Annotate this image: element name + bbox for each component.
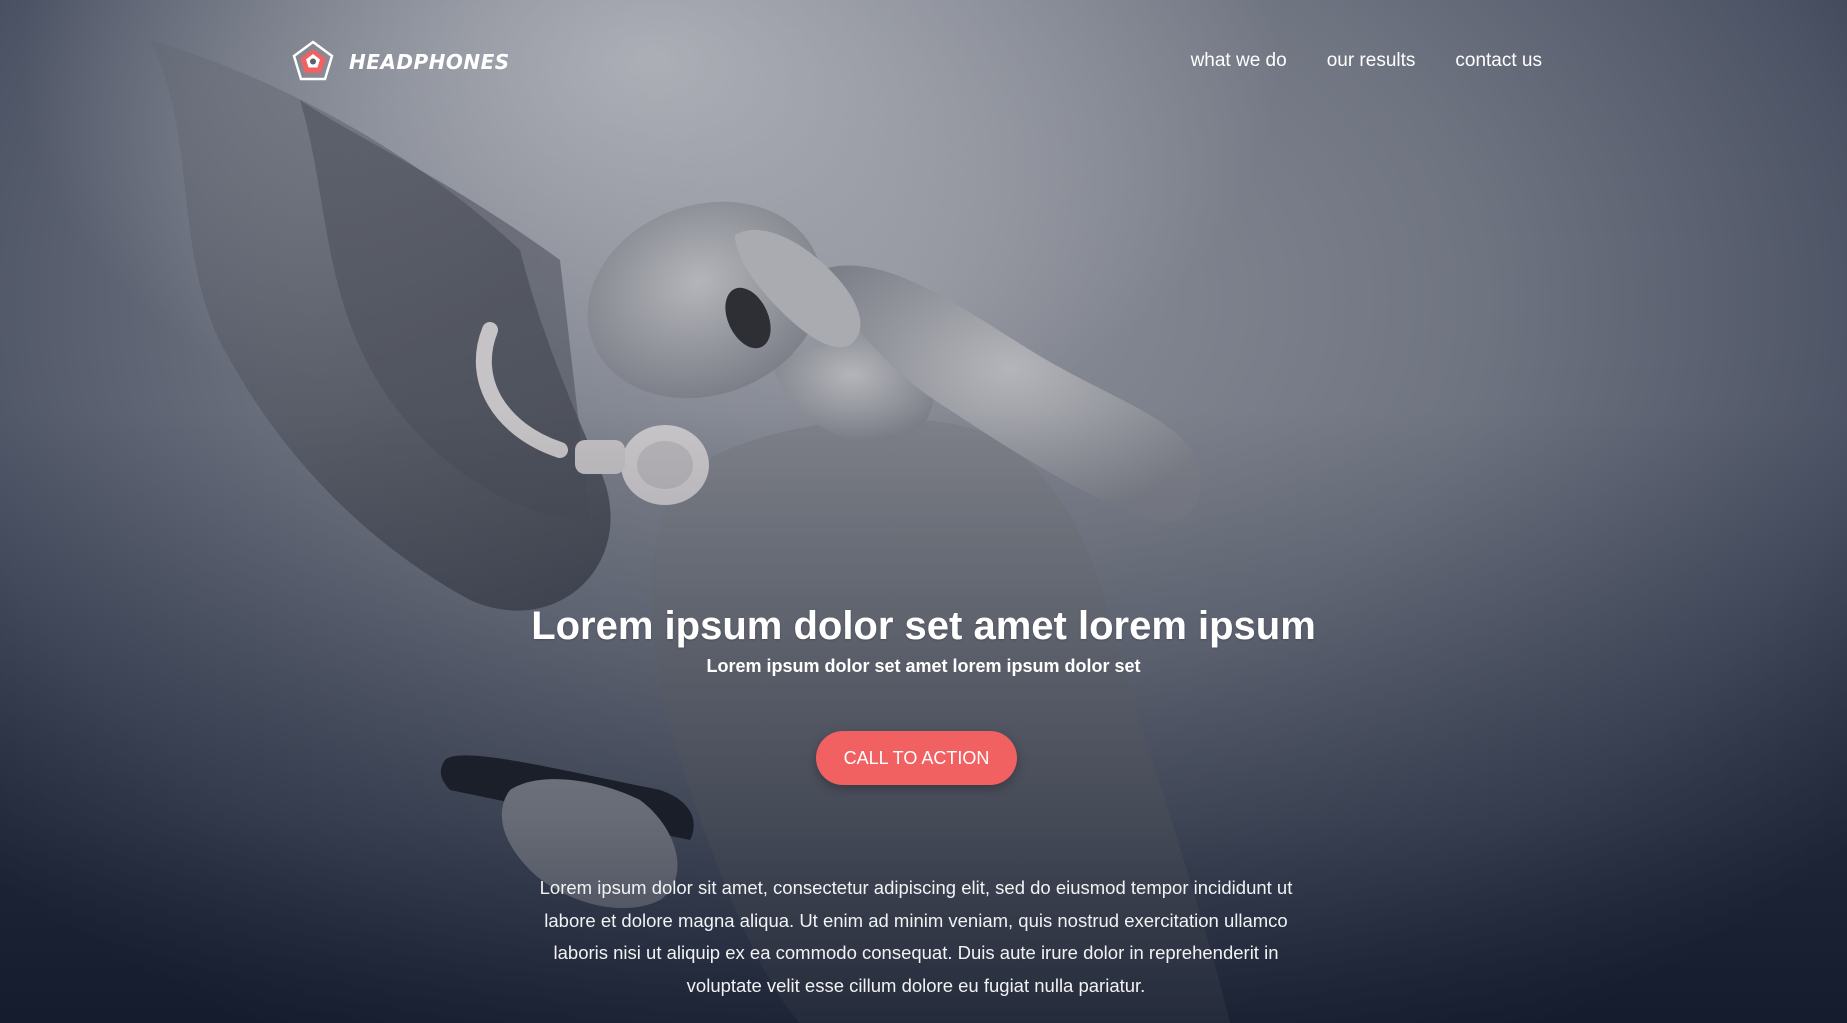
call-to-action-button[interactable]: CALL TO ACTION: [816, 731, 1017, 785]
hero-subheadline: Lorem ipsum dolor set amet lorem ipsum d…: [706, 656, 1141, 676]
hero-background-image: [150, 40, 1230, 1023]
hero-headline: Lorem ipsum dolor set amet lorem ipsum: [531, 604, 1316, 648]
hero-section: HEADPHONES what we do our results contac…: [0, 0, 1847, 1023]
main-nav: what we do our results contact us: [1191, 50, 1542, 72]
brand-logo[interactable]: HEADPHONES: [291, 40, 510, 84]
nav-link-what-we-do[interactable]: what we do: [1191, 50, 1287, 72]
nav-link-contact-us[interactable]: contact us: [1455, 50, 1542, 72]
nav-link-our-results[interactable]: our results: [1327, 50, 1416, 72]
brand-name: HEADPHONES: [349, 50, 510, 74]
hero-body-text: Lorem ipsum dolor sit amet, consectetur …: [539, 877, 1293, 996]
pentagon-logo-icon: [292, 40, 334, 81]
dark-gradient-overlay: [0, 0, 1847, 1023]
